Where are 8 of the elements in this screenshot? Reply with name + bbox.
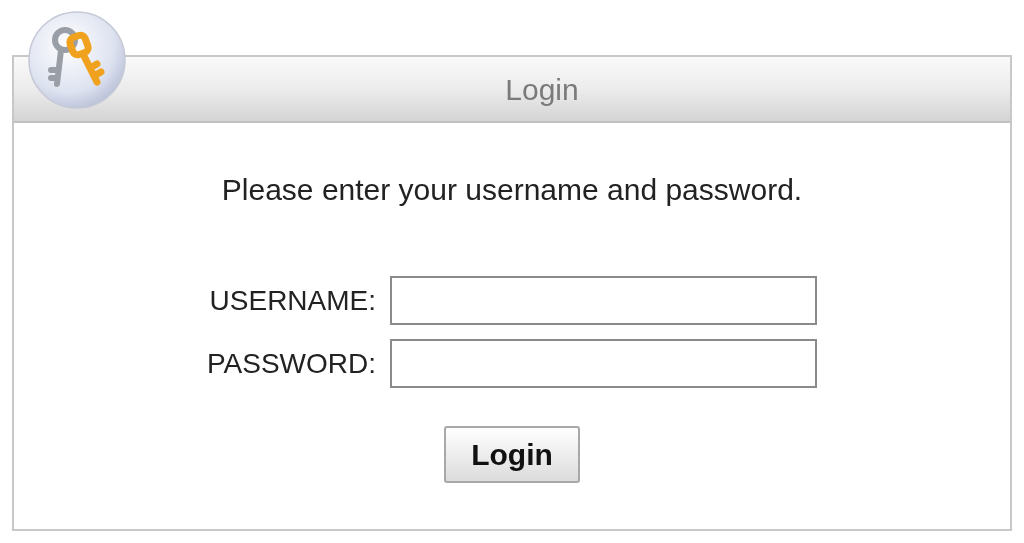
login-button[interactable]: Login: [444, 426, 580, 483]
input-field[interactable]: [390, 276, 818, 325]
instruction-text: Please enter your username and password.: [221, 172, 803, 208]
field-label: USERNAME:: [208, 283, 377, 318]
keys-icon: [26, 10, 128, 110]
field-label: PASSWORD:: [206, 346, 377, 381]
input-field[interactable]: [390, 339, 818, 388]
dialog-title: Login: [504, 71, 579, 108]
